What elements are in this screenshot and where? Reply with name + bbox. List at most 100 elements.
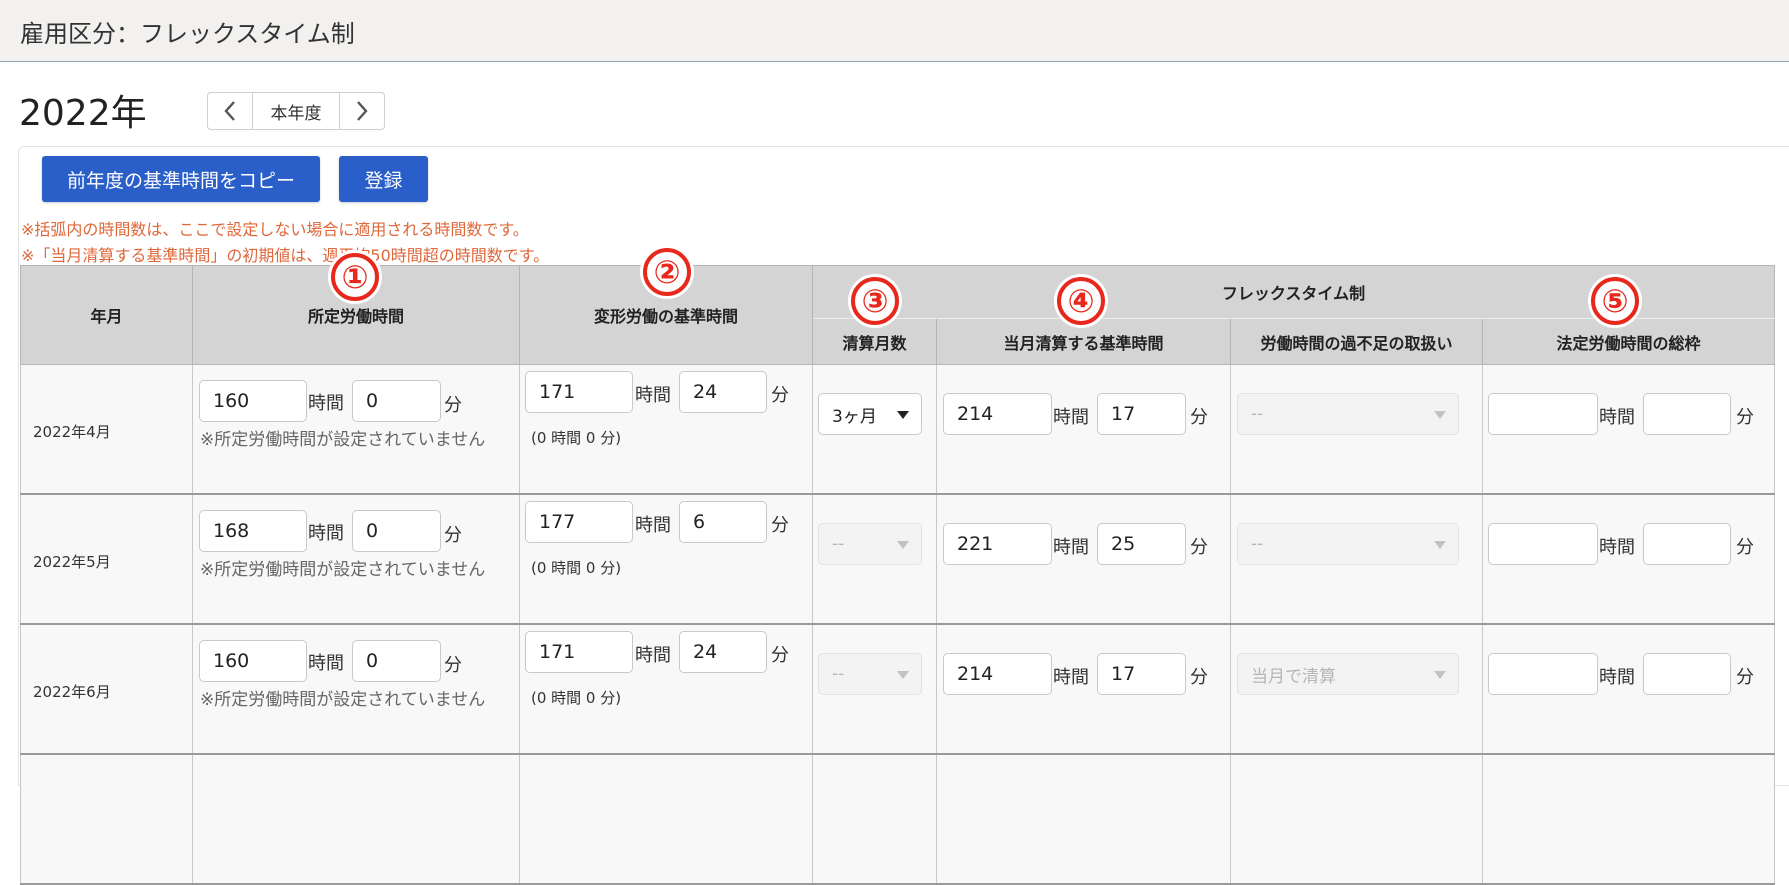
settlement-minutes-input[interactable]: 17: [1097, 393, 1186, 435]
chevron-right-icon: [357, 101, 368, 121]
settlement-months-value: 3ヶ月: [832, 406, 877, 427]
legal-minutes-input[interactable]: [1643, 393, 1731, 435]
prescribed-not-set-note: ※所定労働時間が設定されていません: [200, 690, 486, 710]
cell-variable: 171 時間 24 分 (0 時間 0 分): [519, 623, 813, 755]
register-button[interactable]: 登録: [339, 156, 428, 202]
table-row: 2022年5月 168 時間 0 分 ※所定労働時間が設定されていません 177 時間 6 分 (0…: [20, 493, 1776, 625]
settlement-hours-input[interactable]: 214: [943, 393, 1052, 435]
unit-hour: 時間: [1599, 537, 1635, 558]
variable-minutes-input[interactable]: 24: [679, 371, 767, 413]
header-monthly-settlement-hours: 当月清算する基準時間: [936, 318, 1231, 365]
cell-variable: 177 時間 6 分 (0 時間 0 分): [519, 493, 813, 625]
prescribed-not-set-note: ※所定労働時間が設定されていません: [200, 560, 486, 580]
row-yearmonth: 2022年5月: [33, 553, 111, 571]
excess-handling-value: 当月で清算: [1251, 666, 1336, 687]
note-line-2: ※「当月清算する基準時間」の初期値は、週平均50時間超の時間数です。: [21, 246, 550, 265]
settlement-months-select[interactable]: --: [818, 653, 922, 695]
cell-prescribed: 160 時間 0 分 ※所定労働時間が設定されていません: [192, 623, 520, 755]
unit-minute: 分: [444, 525, 462, 546]
variable-hours-input[interactable]: 171: [525, 371, 633, 413]
cell-monthly-settlement: 214 時間 17 分: [936, 623, 1231, 755]
cell-excess-handling: 当月で清算: [1230, 623, 1483, 755]
variable-default-note: (0 時間 0 分): [531, 689, 622, 707]
row-yearmonth: 2022年4月: [33, 423, 111, 441]
table-row: [20, 753, 1776, 885]
header-legal-total-hours: 法定労働時間の総枠: [1481, 318, 1776, 365]
unit-hour: 時間: [1053, 407, 1089, 428]
annotation-badge-4: ④: [1057, 277, 1105, 325]
table-row: 2022年6月 160 時間 0 分 ※所定労働時間が設定されていません 171 時間 24 分(…: [20, 623, 1776, 755]
legal-hours-input[interactable]: [1488, 653, 1598, 695]
variable-hours-input[interactable]: 177: [525, 501, 633, 543]
standard-hours-table: 年月 所定労働時間 変形労働の基準時間 フレックスタイム制 清算月数 当月清算す…: [20, 265, 1776, 885]
excess-handling-select[interactable]: --: [1237, 523, 1459, 565]
variable-minutes-input[interactable]: 6: [679, 501, 767, 543]
chevron-left-icon: [224, 101, 235, 121]
prescribed-minutes-input[interactable]: 0: [352, 640, 441, 682]
next-year-button[interactable]: [340, 93, 384, 129]
legal-minutes-input[interactable]: [1643, 523, 1731, 565]
copy-previous-year-button[interactable]: 前年度の基準時間をコピー: [42, 156, 320, 202]
header-excess-handling: 労働時間の過不足の取扱い: [1230, 318, 1483, 365]
cell-yearmonth: 2022年5月: [20, 493, 193, 625]
cell-legal-total: 時間 分: [1481, 364, 1776, 495]
unit-hour: 時間: [308, 393, 344, 414]
annotation-badge-5: ⑤: [1591, 277, 1639, 325]
variable-minutes-input[interactable]: 24: [679, 631, 767, 673]
unit-minute: 分: [771, 385, 789, 406]
current-year-button[interactable]: 本年度: [252, 93, 340, 129]
dropdown-caret-icon: [897, 541, 909, 549]
header-yearmonth: 年月: [20, 265, 193, 365]
unit-hour: 時間: [308, 653, 344, 674]
prescribed-hours-input[interactable]: 168: [199, 510, 307, 552]
cell-settlement-months: --: [812, 493, 937, 625]
prescribed-hours-input[interactable]: 160: [199, 640, 307, 682]
cell-excess-handling: --: [1230, 493, 1483, 625]
annotation-badge-3: ③: [851, 277, 899, 325]
dropdown-caret-icon: [897, 411, 909, 419]
dropdown-caret-icon: [1434, 541, 1446, 549]
unit-hour: 時間: [1599, 667, 1635, 688]
dropdown-caret-icon: [1434, 411, 1446, 419]
excess-handling-select[interactable]: 当月で清算: [1237, 653, 1459, 695]
legal-minutes-input[interactable]: [1643, 653, 1731, 695]
cell-legal-total: 時間 分: [1481, 623, 1776, 755]
unit-hour: 時間: [308, 523, 344, 544]
legal-hours-input[interactable]: [1488, 523, 1598, 565]
cell-monthly-settlement: 221 時間 25 分: [936, 493, 1231, 625]
cell-excess-handling: --: [1230, 364, 1483, 495]
excess-handling-select[interactable]: --: [1237, 393, 1459, 435]
prescribed-hours-input[interactable]: 160: [199, 380, 307, 422]
settlement-hours-input[interactable]: 214: [943, 653, 1052, 695]
excess-handling-value: --: [1251, 404, 1264, 424]
cell-prescribed: 160 時間 0 分 ※所定労働時間が設定されていません: [192, 364, 520, 495]
settlement-hours-input[interactable]: 221: [943, 523, 1052, 565]
settlement-months-select[interactable]: --: [818, 523, 922, 565]
year-navigator: 本年度: [207, 92, 385, 130]
settlement-months-select[interactable]: 3ヶ月: [818, 393, 922, 435]
dropdown-caret-icon: [1434, 671, 1446, 679]
row-yearmonth: 2022年6月: [33, 683, 111, 701]
unit-minute: 分: [1736, 537, 1754, 558]
prev-year-button[interactable]: [208, 93, 252, 129]
unit-hour: 時間: [635, 385, 671, 406]
unit-minute: 分: [771, 645, 789, 666]
prescribed-minutes-input[interactable]: 0: [352, 380, 441, 422]
unit-minute: 分: [1736, 407, 1754, 428]
header-bar: 雇用区分：フレックスタイム制: [0, 0, 1789, 62]
legal-hours-input[interactable]: [1488, 393, 1598, 435]
unit-minute: 分: [1190, 407, 1208, 428]
unit-minute: 分: [444, 655, 462, 676]
table-row: 2022年4月 160 時間 0 分 ※所定労働時間が設定されていません 171 時間 24 分(…: [20, 364, 1776, 495]
variable-hours-input[interactable]: 171: [525, 631, 633, 673]
prescribed-minutes-input[interactable]: 0: [352, 510, 441, 552]
annotation-badge-2: ②: [643, 248, 691, 296]
settlement-minutes-input[interactable]: 25: [1097, 523, 1186, 565]
settlement-minutes-input[interactable]: 17: [1097, 653, 1186, 695]
cell-legal-total: 時間 分: [1481, 493, 1776, 625]
settlement-months-value: --: [832, 664, 845, 684]
header-settlement-months: 清算月数: [812, 318, 937, 365]
dropdown-caret-icon: [897, 671, 909, 679]
unit-hour: 時間: [635, 645, 671, 666]
cell-settlement-months: 3ヶ月: [812, 364, 937, 495]
